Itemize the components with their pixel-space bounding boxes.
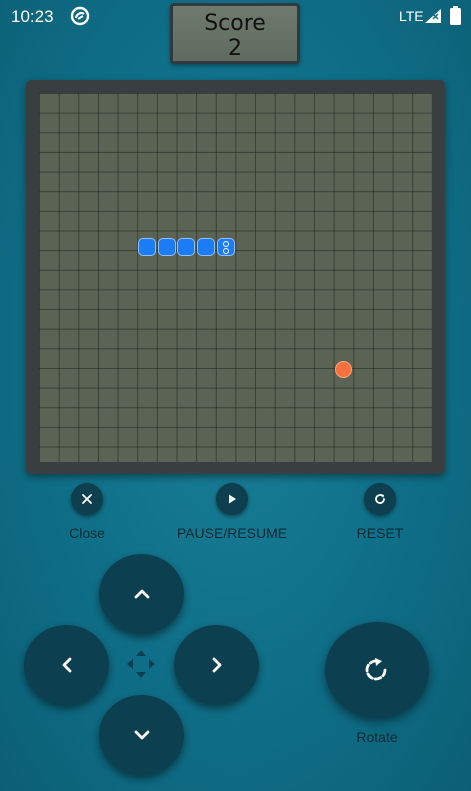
chevron-up-icon — [134, 589, 149, 599]
refresh-icon — [375, 494, 385, 504]
close-label: Close — [69, 525, 105, 541]
dpad-left-button[interactable] — [24, 625, 109, 705]
food-item — [335, 361, 353, 379]
dpad-up-button[interactable] — [99, 554, 184, 634]
rotate-button[interactable] — [325, 622, 429, 718]
battery-icon — [450, 6, 461, 25]
snake-segment — [197, 237, 216, 256]
dpad-right-button[interactable] — [174, 625, 259, 705]
play-icon — [229, 494, 236, 504]
dpad-down-button[interactable] — [99, 695, 184, 775]
snake-segment — [157, 237, 176, 256]
chevron-down-icon — [134, 730, 149, 740]
signal-icon — [425, 9, 441, 23]
app-notification-icon — [70, 6, 90, 26]
snake-segment — [177, 237, 196, 256]
close-icon — [82, 494, 92, 504]
score-label: Score — [204, 11, 266, 36]
close-button[interactable] — [71, 483, 103, 515]
snake-head — [216, 237, 235, 256]
reset-button[interactable] — [364, 483, 396, 515]
network-type-label: LTE — [399, 8, 424, 24]
pause-resume-button[interactable] — [216, 483, 248, 515]
rotate-icon — [365, 658, 387, 681]
reset-label: RESET — [356, 525, 404, 541]
chevron-left-icon — [62, 657, 71, 673]
pause-resume-label: PAUSE/RESUME — [176, 525, 288, 541]
game-board — [39, 93, 432, 462]
move-icon — [127, 650, 155, 678]
chevron-right-icon — [212, 657, 221, 673]
score-value: 2 — [228, 36, 242, 61]
snake-segment — [138, 237, 157, 256]
score-display: Score 2 — [170, 3, 300, 64]
status-time: 10:23 — [11, 7, 54, 26]
rotate-label: Rotate — [356, 729, 398, 745]
